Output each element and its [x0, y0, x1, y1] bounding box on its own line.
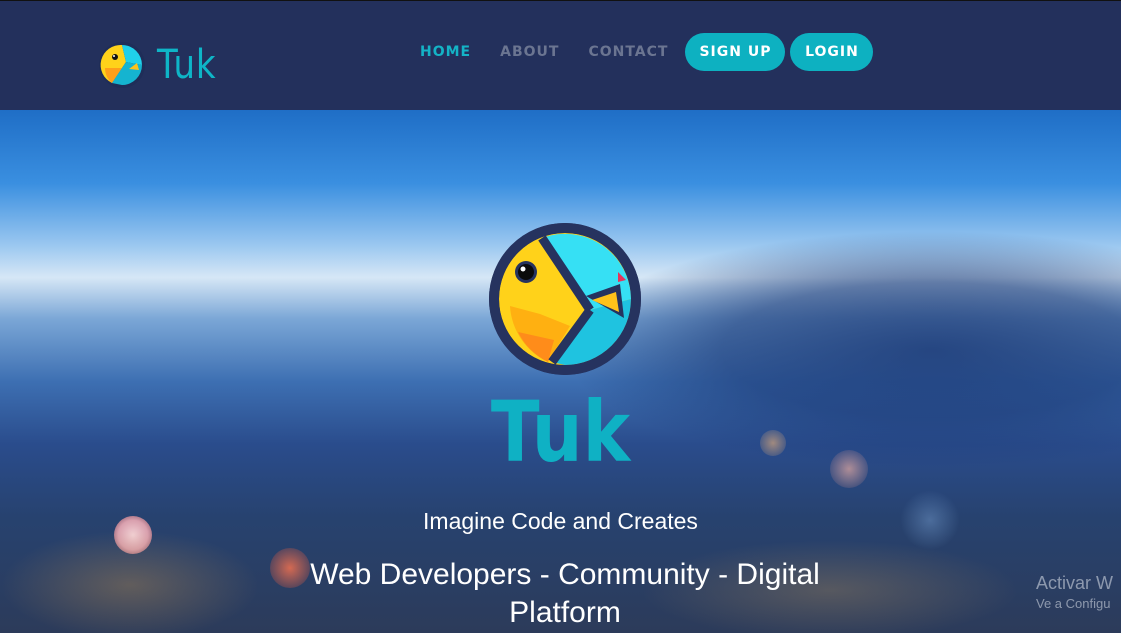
- hero-section: Tuk Imagine Code and Creates Web Develop…: [0, 110, 1121, 633]
- hero-subtitle: Web Developers - Community - Digital Pla…: [310, 558, 820, 629]
- signup-button[interactable]: SIGN UP: [685, 33, 786, 71]
- hero-title: Tuk: [490, 383, 631, 481]
- login-button[interactable]: LOGIN: [790, 33, 874, 71]
- bokeh-light: [0, 530, 260, 633]
- navbar: Tuk HOME ABOUT CONTACT SIGN UP LOGIN: [0, 0, 1121, 110]
- nav-link-about[interactable]: ABOUT: [500, 33, 559, 71]
- watermark-line-1: Activar W: [1036, 573, 1114, 593]
- toucan-logo-icon: [99, 42, 145, 88]
- activation-watermark: Activar W Ve a Configu: [1036, 573, 1113, 611]
- brand[interactable]: Tuk: [97, 40, 227, 90]
- nav-link-home[interactable]: HOME: [420, 33, 471, 71]
- hero-tagline: Imagine Code and Creates: [423, 508, 698, 534]
- nav-link-contact[interactable]: CONTACT: [588, 33, 668, 71]
- toucan-hero-icon: [489, 223, 641, 375]
- brand-name: Tuk: [157, 42, 217, 88]
- watermark-line-2: Ve a Configu: [1036, 596, 1111, 611]
- main-nav: HOME ABOUT CONTACT SIGN UP LOGIN: [420, 33, 874, 71]
